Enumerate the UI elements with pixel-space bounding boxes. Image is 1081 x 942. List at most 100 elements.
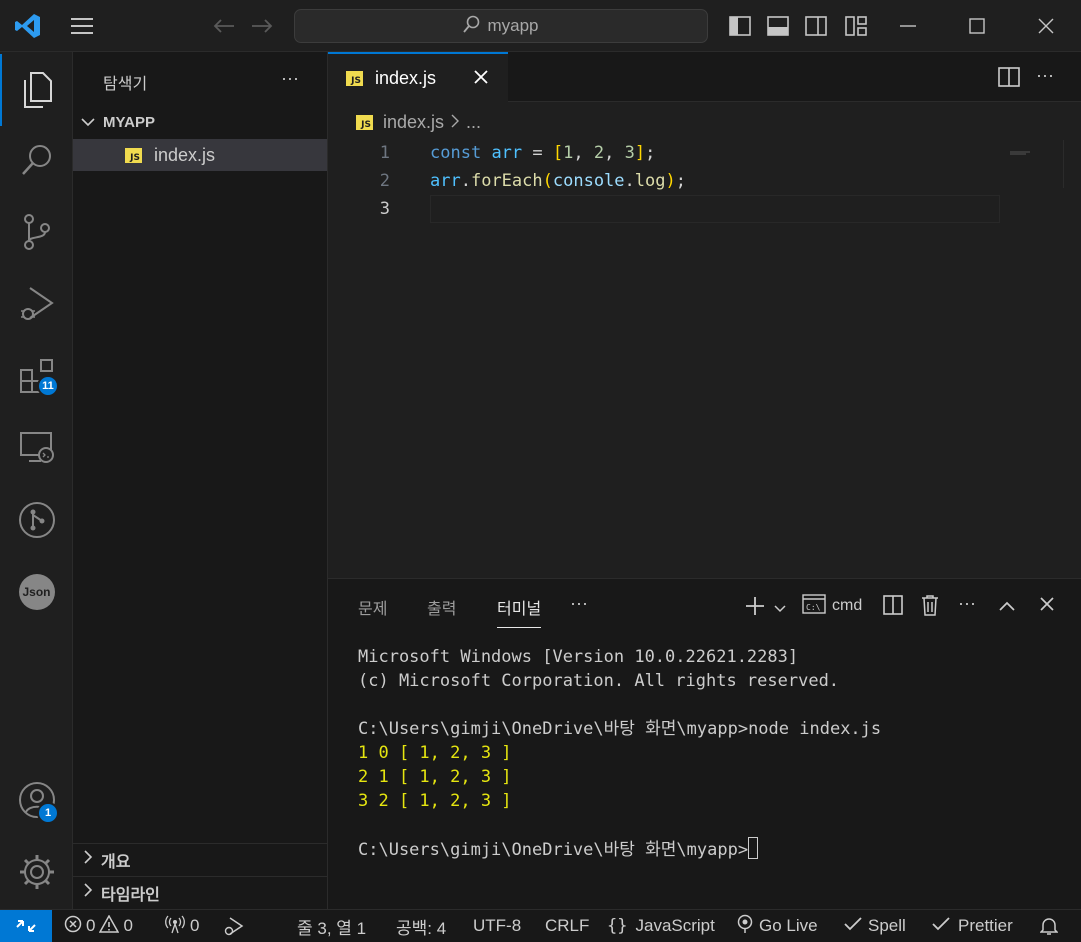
- folder-myapp[interactable]: MYAPP: [73, 110, 327, 134]
- terminal-line: 2 1 [ 1, 2, 3 ]: [358, 767, 512, 787]
- section-outline[interactable]: 개요: [73, 843, 327, 875]
- split-terminal-icon[interactable]: [883, 595, 903, 618]
- section-timeline[interactable]: 타임라인: [73, 876, 327, 908]
- toggle-sidebar-icon[interactable]: [724, 10, 756, 42]
- panel-tabs-more[interactable]: ···: [570, 593, 588, 614]
- javascript-file-icon: JS: [125, 147, 142, 163]
- explorer-sidebar: 탐색기 ··· MYAPP JS index.js 개요 타임라인: [73, 52, 328, 909]
- tab-problems[interactable]: 문제: [358, 595, 387, 619]
- go-live-label: Go Live: [759, 916, 818, 935]
- maximize-icon[interactable]: [961, 10, 993, 42]
- chevron-right-icon: [450, 112, 460, 133]
- language-status[interactable]: {} JavaScript: [607, 910, 715, 942]
- back-arrow-icon[interactable]: [208, 10, 240, 42]
- spell-label: Spell: [868, 916, 906, 935]
- terminal-output[interactable]: Microsoft Windows [Version 10.0.22621.22…: [358, 645, 881, 862]
- settings-gear-icon[interactable]: [0, 836, 73, 908]
- source-control-icon[interactable]: [0, 196, 73, 268]
- toggle-secondary-sidebar-icon[interactable]: [800, 10, 832, 42]
- minimize-icon[interactable]: [892, 10, 924, 42]
- cursor-position[interactable]: 줄 3, 열 1: [297, 910, 366, 942]
- line-number: 2: [379, 171, 390, 191]
- search-icon[interactable]: [0, 124, 73, 196]
- go-live-button[interactable]: Go Live: [736, 910, 818, 942]
- extensions-badge: 11: [37, 375, 59, 397]
- terminal-selector[interactable]: C:\ cmd: [802, 593, 863, 617]
- extensions-icon[interactable]: 11: [0, 340, 73, 412]
- bottom-panel: 문제 출력 터미널 ··· C:\ cmd ··· Microsoft Wind…: [328, 578, 1081, 909]
- git-graph-icon[interactable]: [0, 484, 73, 556]
- customize-layout-icon[interactable]: [840, 10, 872, 42]
- terminal-more-button[interactable]: ···: [958, 593, 976, 614]
- go-live-icon: [736, 914, 754, 939]
- editor-tab-bar: JS index.js ···: [328, 52, 1081, 102]
- json-icon[interactable]: Json: [0, 556, 73, 628]
- explorer-icon[interactable]: [0, 54, 73, 126]
- close-window-icon[interactable]: [1030, 10, 1062, 42]
- tab-terminal[interactable]: 터미널: [497, 595, 542, 628]
- sidebar-title: 탐색기: [103, 76, 148, 93]
- encoding-status[interactable]: UTF-8: [473, 910, 521, 942]
- tab-index-js[interactable]: JS index.js: [328, 52, 508, 102]
- error-count: 0: [86, 916, 96, 935]
- eol-status[interactable]: CRLF: [545, 910, 589, 942]
- debug-status-icon[interactable]: [222, 910, 244, 942]
- vscode-logo-icon: [14, 12, 42, 40]
- current-line-highlight: [430, 195, 1000, 223]
- tab-output[interactable]: 출력: [427, 595, 456, 619]
- terminal-cursor: [748, 837, 759, 859]
- remote-indicator-icon[interactable]: [0, 910, 52, 942]
- spell-status[interactable]: Spell: [844, 910, 906, 942]
- menu-icon[interactable]: [66, 10, 98, 42]
- chevron-right-icon: [83, 850, 93, 869]
- split-editor-icon[interactable]: [998, 67, 1020, 90]
- indentation-status[interactable]: 공백: 4: [396, 910, 446, 942]
- activity-bar: 11 Json 1: [0, 52, 73, 909]
- close-panel-icon[interactable]: [1040, 597, 1054, 614]
- breadcrumb-more[interactable]: ...: [466, 112, 481, 133]
- accounts-icon[interactable]: 1: [0, 764, 73, 836]
- editor-more-button[interactable]: ···: [1036, 65, 1054, 86]
- sidebar-more-button[interactable]: ···: [281, 68, 299, 89]
- new-terminal-icon[interactable]: [744, 595, 766, 620]
- breadcrumb: JS index.js ...: [328, 104, 1081, 140]
- ports-count: 0: [190, 916, 200, 935]
- maximize-panel-icon[interactable]: [999, 599, 1015, 614]
- breadcrumb-file[interactable]: index.js: [383, 112, 444, 133]
- file-item-index-js[interactable]: JS index.js: [73, 139, 327, 171]
- chevron-right-icon: [83, 883, 93, 902]
- terminal-name: cmd: [832, 597, 863, 614]
- javascript-file-icon: JS: [356, 114, 373, 130]
- section-label: 타임라인: [101, 886, 160, 904]
- problems-status[interactable]: 0 0: [64, 910, 133, 942]
- minimap[interactable]: [1008, 140, 1068, 155]
- scrollbar[interactable]: [1063, 140, 1081, 188]
- command-center-search[interactable]: myapp: [294, 9, 708, 43]
- language-label: JavaScript: [635, 916, 715, 935]
- prettier-status[interactable]: Prettier: [932, 910, 1013, 942]
- trash-icon[interactable]: [920, 594, 940, 619]
- braces-icon: {}: [607, 916, 628, 936]
- close-tab-icon[interactable]: [474, 68, 488, 89]
- json-label: Json: [18, 574, 55, 610]
- broadcast-icon: [165, 914, 185, 939]
- toggle-panel-icon[interactable]: [762, 10, 794, 42]
- error-icon: [64, 915, 82, 938]
- status-bar: 0 0 0 줄 3, 열 1 공백: 4 UTF-8 CRLF {} JavaS…: [0, 909, 1081, 942]
- code-editor[interactable]: 1 2 3 const arr = [1, 2, 3]; arr.forEach…: [328, 140, 1081, 578]
- folder-name: MYAPP: [103, 113, 155, 131]
- run-debug-icon[interactable]: [0, 268, 73, 340]
- terminal-line: 1 0 [ 1, 2, 3 ]: [358, 743, 512, 763]
- forward-arrow-icon[interactable]: [246, 10, 278, 42]
- file-name: index.js: [154, 144, 216, 165]
- section-label: 개요: [101, 853, 131, 871]
- warning-count: 0: [123, 916, 133, 935]
- notifications-bell-icon[interactable]: [1040, 910, 1058, 942]
- chevron-down-icon[interactable]: [774, 601, 786, 616]
- remote-explorer-icon[interactable]: [0, 412, 73, 484]
- ports-status[interactable]: 0: [165, 910, 199, 942]
- terminal-prompt: C:\Users\gimji\OneDrive\바탕 화면\myapp>: [358, 840, 749, 860]
- prettier-label: Prettier: [958, 916, 1013, 935]
